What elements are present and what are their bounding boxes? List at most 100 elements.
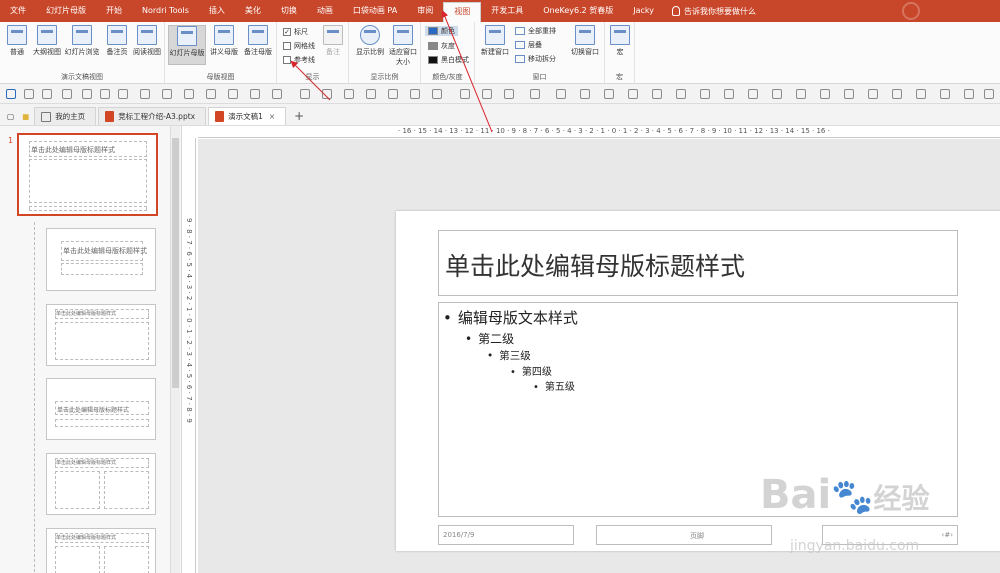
toolbar-tool-icon[interactable] <box>100 89 110 99</box>
toolbar-tool-icon[interactable] <box>628 89 638 99</box>
toolbar-tool-icon[interactable] <box>460 89 470 99</box>
toolbar-tool-icon[interactable] <box>24 89 34 99</box>
ruler-checkbox[interactable]: ✓ 标尺 <box>283 27 308 37</box>
slide-sorter-button[interactable]: 幻灯片浏览 <box>64 25 100 57</box>
toolbar-tool-icon[interactable] <box>118 89 128 99</box>
toolbar-tool-icon[interactable] <box>250 89 260 99</box>
title-placeholder[interactable]: 单击此处编辑母版标题样式 <box>438 230 958 296</box>
toolbar-tool-icon[interactable] <box>410 89 420 99</box>
toolbar-tool-icon[interactable] <box>940 89 950 99</box>
new-doc-icon[interactable]: ▢ <box>4 107 17 125</box>
toolbar-tool-icon[interactable] <box>432 89 442 99</box>
toolbar-tool-icon[interactable] <box>676 89 686 99</box>
tab-home[interactable]: 开始 <box>96 0 132 22</box>
macro-button[interactable]: 宏 <box>605 25 635 57</box>
thumb-scrollbar[interactable] <box>170 126 180 573</box>
toolbar-tool-icon[interactable] <box>228 89 238 99</box>
black-white-button[interactable]: 黑白模式 <box>428 55 469 65</box>
tab-pocket-animation[interactable]: 口袋动画 PA <box>343 0 407 22</box>
toolbar-tool-icon[interactable] <box>42 89 52 99</box>
notes-button[interactable]: 备注 <box>319 25 347 57</box>
handout-master-button[interactable]: 讲义母版 <box>207 25 241 57</box>
color-button[interactable]: 颜色 <box>425 26 458 36</box>
new-window-button[interactable]: 新建窗口 <box>477 25 513 57</box>
toolbar-tool-icon[interactable] <box>892 89 902 99</box>
toolbar-tool-icon[interactable] <box>206 89 216 99</box>
toolbar-tool-icon[interactable] <box>796 89 806 99</box>
toolbar-tool-icon[interactable] <box>184 89 194 99</box>
reading-view-button[interactable]: 阅读视图 <box>132 25 162 57</box>
thumb-layout-comparison[interactable]: 单击此处编辑母版标题样式 <box>46 528 156 573</box>
toolbar-tool-icon[interactable] <box>652 89 662 99</box>
toolbar-tool-icon[interactable] <box>62 89 72 99</box>
tab-slide-master[interactable]: 幻灯片母版 <box>36 0 96 22</box>
toolbar-tool-icon[interactable] <box>724 89 734 99</box>
toolbar-tool-icon[interactable] <box>556 89 566 99</box>
doc-tab-home[interactable]: 我的主页 <box>34 107 97 125</box>
tab-nordri-tools[interactable]: Nordri Tools <box>132 0 199 22</box>
scrollbar-thumb[interactable] <box>172 138 179 388</box>
slide-master-button[interactable]: 幻灯片母版 <box>168 25 206 65</box>
guides-checkbox[interactable]: 参考线 <box>283 55 315 65</box>
tab-beautify[interactable]: 美化 <box>235 0 271 22</box>
arrange-all-button[interactable]: 全部重排 <box>515 26 556 36</box>
toolbar-tool-icon[interactable] <box>984 89 994 99</box>
close-icon[interactable]: × <box>269 112 275 121</box>
toolbar-tool-icon[interactable] <box>916 89 926 99</box>
tab-view[interactable]: 视图 <box>443 2 482 22</box>
notes-page-button[interactable]: 备注页 <box>102 25 132 57</box>
toolbar-tool-icon[interactable] <box>844 89 854 99</box>
toolbar-tool-icon[interactable] <box>868 89 878 99</box>
tab-animations[interactable]: 动画 <box>307 0 343 22</box>
thumb-layout-section[interactable]: 单击此处编辑母版标题样式 <box>46 378 156 440</box>
grayscale-button[interactable]: 灰度 <box>428 41 455 51</box>
normal-view-button[interactable]: 普通 <box>2 25 32 57</box>
tab-file[interactable]: 文件 <box>0 0 36 22</box>
zoom-button[interactable]: 显示比例 <box>353 25 387 57</box>
tell-me-search[interactable]: 告诉我你想要做什么 <box>664 6 756 17</box>
toolbar-tool-icon[interactable] <box>530 89 540 99</box>
toolbar-tool-icon[interactable] <box>748 89 758 99</box>
toolbar-tool-icon[interactable] <box>162 89 172 99</box>
toolbar-tool-icon[interactable] <box>272 89 282 99</box>
gridlines-checkbox[interactable]: 网格线 <box>283 41 315 51</box>
toolbar-tool-icon[interactable] <box>964 89 974 99</box>
tab-transitions[interactable]: 切换 <box>271 0 307 22</box>
thumb-layout-two-content[interactable]: 单击此处编辑母版标题样式 <box>46 453 156 515</box>
tab-developer[interactable]: 开发工具 <box>481 0 533 22</box>
folder-icon[interactable]: ■ <box>19 107 32 125</box>
thumb-layout-title[interactable]: 单击此处编辑母版标题样式 <box>46 228 156 291</box>
toolbar-tool-icon[interactable] <box>820 89 830 99</box>
doc-tab-presentation1[interactable]: 演示文稿1 × <box>208 107 287 125</box>
move-split-button[interactable]: 移动拆分 <box>515 54 556 64</box>
toolbar-tool-icon[interactable] <box>366 89 376 99</box>
toolbar-tool-icon[interactable] <box>388 89 398 99</box>
tab-onekey[interactable]: OneKey6.2 贺春版 <box>533 0 623 22</box>
notes-master-button[interactable]: 备注母版 <box>241 25 275 57</box>
toolbar-tool-icon[interactable] <box>140 89 150 99</box>
toolbar-tool-icon[interactable] <box>604 89 614 99</box>
date-placeholder[interactable]: 2016/7/9 <box>438 525 574 545</box>
add-tab-icon[interactable]: + <box>288 107 310 125</box>
thumb-layout-content[interactable]: 单击此处编辑母版标题样式 <box>46 304 156 366</box>
thumb-slide-master[interactable]: 单击此处编辑母版标题样式 <box>17 133 158 216</box>
tab-insert[interactable]: 插入 <box>199 0 235 22</box>
toolbar-tool-icon[interactable] <box>700 89 710 99</box>
switch-window-button[interactable]: 切换窗口 <box>567 25 603 57</box>
toolbar-tool-icon[interactable] <box>504 89 514 99</box>
tab-review[interactable]: 审阅 <box>407 0 443 22</box>
toolbar-tool-icon[interactable] <box>772 89 782 99</box>
toolbar-tool-icon[interactable] <box>300 89 310 99</box>
toolbar-tool-icon[interactable] <box>6 89 16 99</box>
toolbar-tool-icon[interactable] <box>482 89 492 99</box>
toolbar-tool-icon[interactable] <box>322 89 332 99</box>
toolbar-tool-icon[interactable] <box>580 89 590 99</box>
outline-view-button[interactable]: 大纲视图 <box>32 25 62 57</box>
tab-user[interactable]: Jacky <box>623 0 664 22</box>
fit-window-button[interactable]: 适应窗口大小 <box>387 25 419 67</box>
cascade-button[interactable]: 层叠 <box>515 40 542 50</box>
footer-placeholder[interactable]: 页脚 <box>596 525 772 545</box>
toolbar-tool-icon[interactable] <box>344 89 354 99</box>
doc-tab-bid-project[interactable]: 竞标工程介绍-A3.pptx <box>98 107 207 125</box>
toolbar-tool-icon[interactable] <box>82 89 92 99</box>
